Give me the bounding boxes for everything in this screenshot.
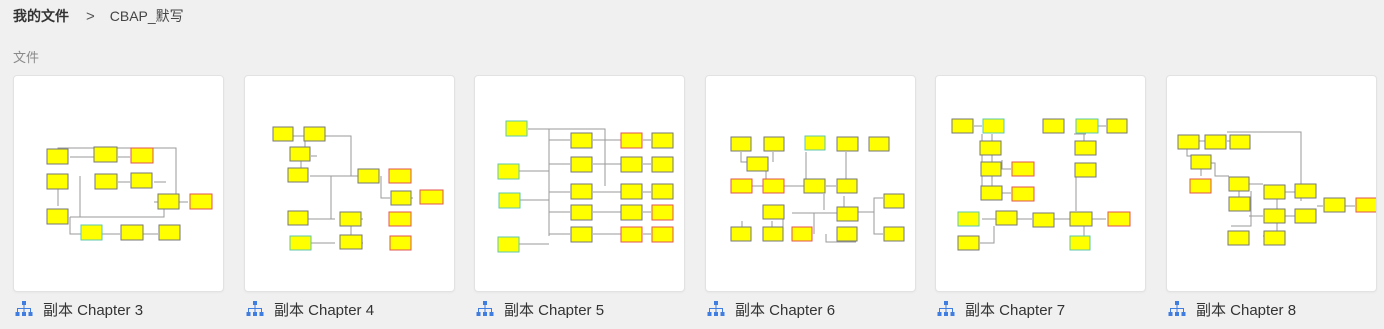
mindmap-preview	[730, 135, 905, 243]
file-thumbnail[interactable]	[13, 75, 224, 292]
breadcrumb-root[interactable]: 我的文件	[13, 6, 69, 26]
file-meta: 副本 Chapter 8	[1168, 299, 1296, 319]
preview-connectors	[57, 147, 188, 235]
mindmap-preview	[951, 118, 1131, 251]
section-label: 文件	[13, 50, 40, 65]
preview-nodes	[272, 126, 444, 251]
file-thumbnail[interactable]	[935, 75, 1146, 292]
file-card[interactable]: 副本 Chapter 4	[244, 75, 455, 329]
mindmap-icon	[246, 301, 264, 316]
file-thumbnail[interactable]	[1166, 75, 1377, 292]
preview-nodes	[46, 146, 213, 241]
file-thumbnail[interactable]	[705, 75, 916, 292]
file-meta: 副本 Chapter 4	[246, 299, 374, 319]
file-meta: 副本 Chapter 7	[937, 299, 1065, 319]
file-name[interactable]: 副本 Chapter 5	[504, 299, 604, 320]
file-name[interactable]: 副本 Chapter 3	[43, 299, 143, 320]
mindmap-icon	[937, 301, 955, 316]
mindmap-icon	[15, 301, 33, 316]
preview-nodes	[730, 135, 905, 242]
file-grid: 副本 Chapter 3 副本 Chapter 4 副本 Chapter 5 副…	[13, 75, 1384, 329]
breadcrumb-current: CBAP_默写	[109, 8, 184, 24]
mindmap-preview	[46, 146, 213, 241]
mindmap-preview	[1177, 131, 1376, 246]
mindmap-icon	[1168, 301, 1186, 316]
file-card[interactable]: 副本 Chapter 8	[1166, 75, 1377, 329]
breadcrumb: 我的文件 > CBAP_默写	[13, 6, 184, 26]
file-meta: 副本 Chapter 6	[707, 299, 835, 319]
file-name[interactable]: 副本 Chapter 8	[1196, 299, 1296, 320]
file-card[interactable]: 副本 Chapter 3	[13, 75, 224, 329]
file-name[interactable]: 副本 Chapter 7	[965, 299, 1065, 320]
file-card[interactable]: 副本 Chapter 5	[474, 75, 685, 329]
file-meta: 副本 Chapter 3	[15, 299, 143, 319]
file-thumbnail[interactable]	[244, 75, 455, 292]
file-name[interactable]: 副本 Chapter 4	[274, 299, 374, 320]
breadcrumb-separator: >	[86, 7, 95, 25]
mindmap-preview	[272, 126, 444, 251]
file-meta: 副本 Chapter 5	[476, 299, 604, 319]
file-thumbnail[interactable]	[474, 75, 685, 292]
mindmap-preview	[497, 120, 674, 253]
file-name[interactable]: 副本 Chapter 6	[735, 299, 835, 320]
file-card[interactable]: 副本 Chapter 7	[935, 75, 1146, 329]
preview-nodes	[497, 120, 674, 253]
mindmap-icon	[476, 301, 494, 316]
preview-connectors	[293, 135, 413, 244]
mindmap-icon	[707, 301, 725, 316]
file-card[interactable]: 副本 Chapter 6	[705, 75, 916, 329]
preview-nodes	[951, 118, 1131, 251]
